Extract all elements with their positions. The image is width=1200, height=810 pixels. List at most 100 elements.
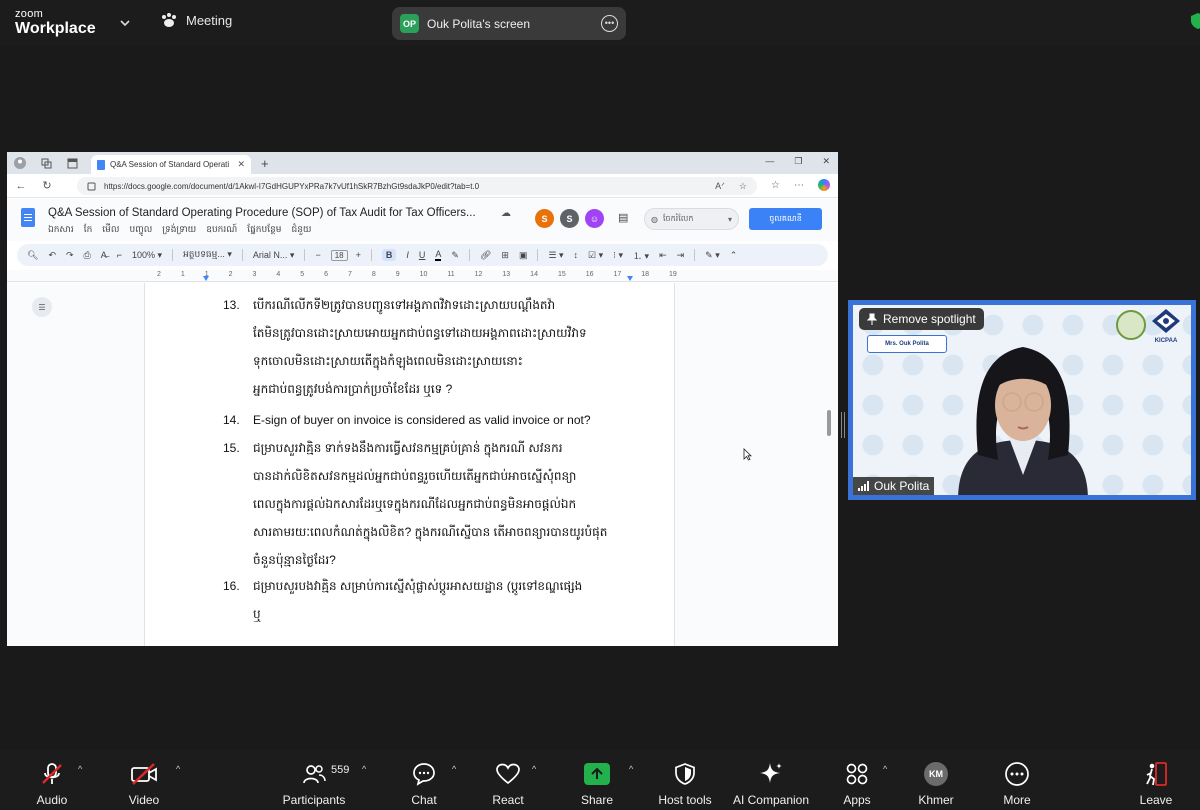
audio-button[interactable]: Audio: [2, 760, 102, 807]
new-tab-icon[interactable]: +: [261, 156, 269, 171]
leave-label: Leave: [1139, 793, 1173, 807]
increase-indent-icon[interactable]: ⇥: [677, 250, 685, 261]
close-window-icon[interactable]: ✕: [822, 156, 830, 167]
increase-size-icon[interactable]: +: [356, 250, 361, 260]
leave-button[interactable]: Leave: [1106, 760, 1200, 807]
reload-icon[interactable]: ↻: [41, 179, 53, 192]
menu-view[interactable]: មើល: [102, 224, 119, 237]
more-options-icon[interactable]: •••: [601, 15, 618, 32]
document-scrollbar[interactable]: [827, 410, 831, 436]
video-options-chevron-icon[interactable]: ^: [176, 764, 180, 774]
indent-marker[interactable]: [203, 276, 209, 281]
react-options-chevron-icon[interactable]: ^: [532, 764, 536, 774]
font-size-input[interactable]: 18: [330, 249, 348, 261]
item-number: 13.: [223, 298, 240, 312]
line-spacing-icon[interactable]: ↕: [574, 250, 579, 260]
read-aloud-icon[interactable]: Aᐟ: [715, 181, 725, 192]
audio-options-chevron-icon[interactable]: ^: [78, 764, 82, 774]
browser-tab-docs[interactable]: Q&A Session of Standard Operati ✕: [91, 155, 251, 174]
back-icon[interactable]: ←: [15, 180, 27, 192]
numbered-list-icon[interactable]: ⒈ ▾: [633, 249, 649, 262]
redo-icon[interactable]: ↷: [66, 250, 74, 261]
font-select[interactable]: Arial N... ▾: [253, 250, 295, 261]
item-line: ពេលក្នុងការផ្តល់ឯកសារដែរឬទេក្នុងករណីដែលអ…: [253, 497, 577, 511]
copilot-icon[interactable]: [818, 179, 830, 191]
menu-insert[interactable]: បញ្ចូល: [129, 224, 152, 237]
host-tools-button[interactable]: Host tools: [635, 760, 735, 807]
style-select[interactable]: អត្ថបទធម្ម... ▾: [183, 249, 232, 262]
decrease-indent-icon[interactable]: ⇤: [659, 250, 667, 261]
checklist-icon[interactable]: ☑ ▾: [588, 250, 603, 261]
apps-icon: [846, 763, 868, 785]
video-label: Video: [128, 793, 160, 807]
align-icon[interactable]: ☰ ▾: [548, 250, 563, 261]
menu-format[interactable]: ទ្រង់ទ្រាយ: [162, 224, 196, 237]
comment-history-icon[interactable]: ▤: [618, 211, 628, 224]
menu-edit[interactable]: កែ: [84, 224, 93, 237]
close-tab-icon[interactable]: ✕: [237, 159, 245, 170]
collaborator-avatar[interactable]: ☺: [585, 209, 604, 228]
text-color-button[interactable]: A: [435, 249, 442, 261]
undo-icon[interactable]: ↶: [48, 250, 56, 261]
share-options-chevron-icon[interactable]: ^: [629, 764, 633, 774]
video-feed: Mrs. Ouk Polita KICPAA Remove spotlight: [853, 305, 1191, 495]
zoom-select[interactable]: 100% ▾: [132, 250, 162, 261]
share-button[interactable]: ចូលគណនី: [749, 208, 822, 230]
decrease-size-icon[interactable]: −: [315, 250, 320, 260]
document-title[interactable]: Q&A Session of Standard Operating Proced…: [48, 207, 476, 219]
ai-companion-button[interactable]: AI Companion: [721, 760, 821, 807]
chat-options-chevron-icon[interactable]: ^: [452, 764, 456, 774]
logo-text: KICPAA: [1154, 338, 1178, 344]
zoom-brand[interactable]: zoom Workplace: [15, 9, 96, 37]
profile-icon[interactable]: [13, 156, 27, 170]
ruler-tick-label: 2: [157, 271, 161, 278]
brand-line1: zoom: [15, 8, 44, 20]
spellcheck-icon[interactable]: A̶: [101, 250, 107, 260]
remove-spotlight-button[interactable]: Remove spotlight: [859, 308, 984, 330]
cloud-saved-icon[interactable]: ☁: [501, 208, 511, 219]
menu-extensions[interactable]: ផ្នែកបន្ថែម: [247, 224, 281, 237]
encryption-shield-icon[interactable]: [1190, 12, 1200, 35]
more-button[interactable]: More: [967, 760, 1067, 807]
collaborator-avatar[interactable]: S: [560, 209, 579, 228]
browser-menu-icon[interactable]: ⋯: [794, 180, 804, 191]
italic-button[interactable]: I: [406, 250, 409, 260]
menu-help[interactable]: ជំនួយ: [292, 224, 312, 237]
add-comment-icon[interactable]: ⊞: [501, 250, 509, 261]
print-icon[interactable]: ⎙: [84, 250, 91, 261]
chevron-down-icon[interactable]: [120, 14, 130, 32]
meeting-menu[interactable]: Meeting: [160, 12, 232, 28]
ruler[interactable]: 2 1 1 2 3 4 5 6 7 8 9 10 11 12 13 14 15 16 17 18 19: [7, 270, 838, 282]
editing-mode-icon[interactable]: ✎ ▾: [705, 250, 720, 261]
site-info-icon[interactable]: [87, 182, 96, 191]
tab-actions-icon[interactable]: [65, 156, 79, 170]
image-icon[interactable]: ▣: [519, 250, 528, 261]
bold-button[interactable]: B: [381, 249, 397, 261]
bullet-list-icon[interactable]: ⁝ ▾: [613, 250, 623, 261]
spotlight-video-tile[interactable]: Mrs. Ouk Polita KICPAA Remove spotlight: [848, 300, 1196, 500]
restore-icon[interactable]: ❐: [794, 156, 802, 167]
collaborator-avatar[interactable]: S: [535, 209, 554, 228]
highlight-icon[interactable]: ✎: [451, 250, 459, 261]
minimize-icon[interactable]: —: [765, 156, 774, 167]
right-indent-marker[interactable]: [627, 276, 633, 281]
screen-share-pill[interactable]: OP Ouk Polita's screen •••: [392, 7, 626, 40]
react-button[interactable]: React: [458, 760, 558, 807]
document-outline-icon[interactable]: ☰: [32, 297, 52, 317]
underline-button[interactable]: U: [419, 250, 426, 260]
docs-logo-icon[interactable]: [21, 208, 35, 227]
favorites-icon[interactable]: ☆: [771, 180, 780, 191]
layout-splitter-handle[interactable]: [841, 412, 845, 438]
paint-format-icon[interactable]: ⌐: [117, 250, 122, 260]
menu-file[interactable]: ឯកសារ: [48, 224, 74, 237]
menu-tools[interactable]: ឧបករណ៍: [206, 224, 237, 237]
document-page[interactable]: 13. បើករណីលើកទី២ត្រូវបានបញ្ជូនទៅអង្គភាពវ…: [144, 283, 675, 646]
collapse-toolbar-icon[interactable]: ⌃: [730, 250, 738, 261]
workspaces-icon[interactable]: [39, 156, 53, 170]
link-icon[interactable]: 🔗︎: [480, 250, 491, 261]
url-field[interactable]: https://docs.google.com/document/d/1Akwl…: [77, 177, 757, 195]
meet-share-pill[interactable]: ◍ ចែករំលែក ▾: [644, 208, 739, 230]
favorite-star-icon[interactable]: ☆: [739, 181, 747, 192]
participants-options-chevron-icon[interactable]: ^: [362, 764, 366, 774]
search-menus-icon[interactable]: 🔍︎: [27, 250, 38, 261]
